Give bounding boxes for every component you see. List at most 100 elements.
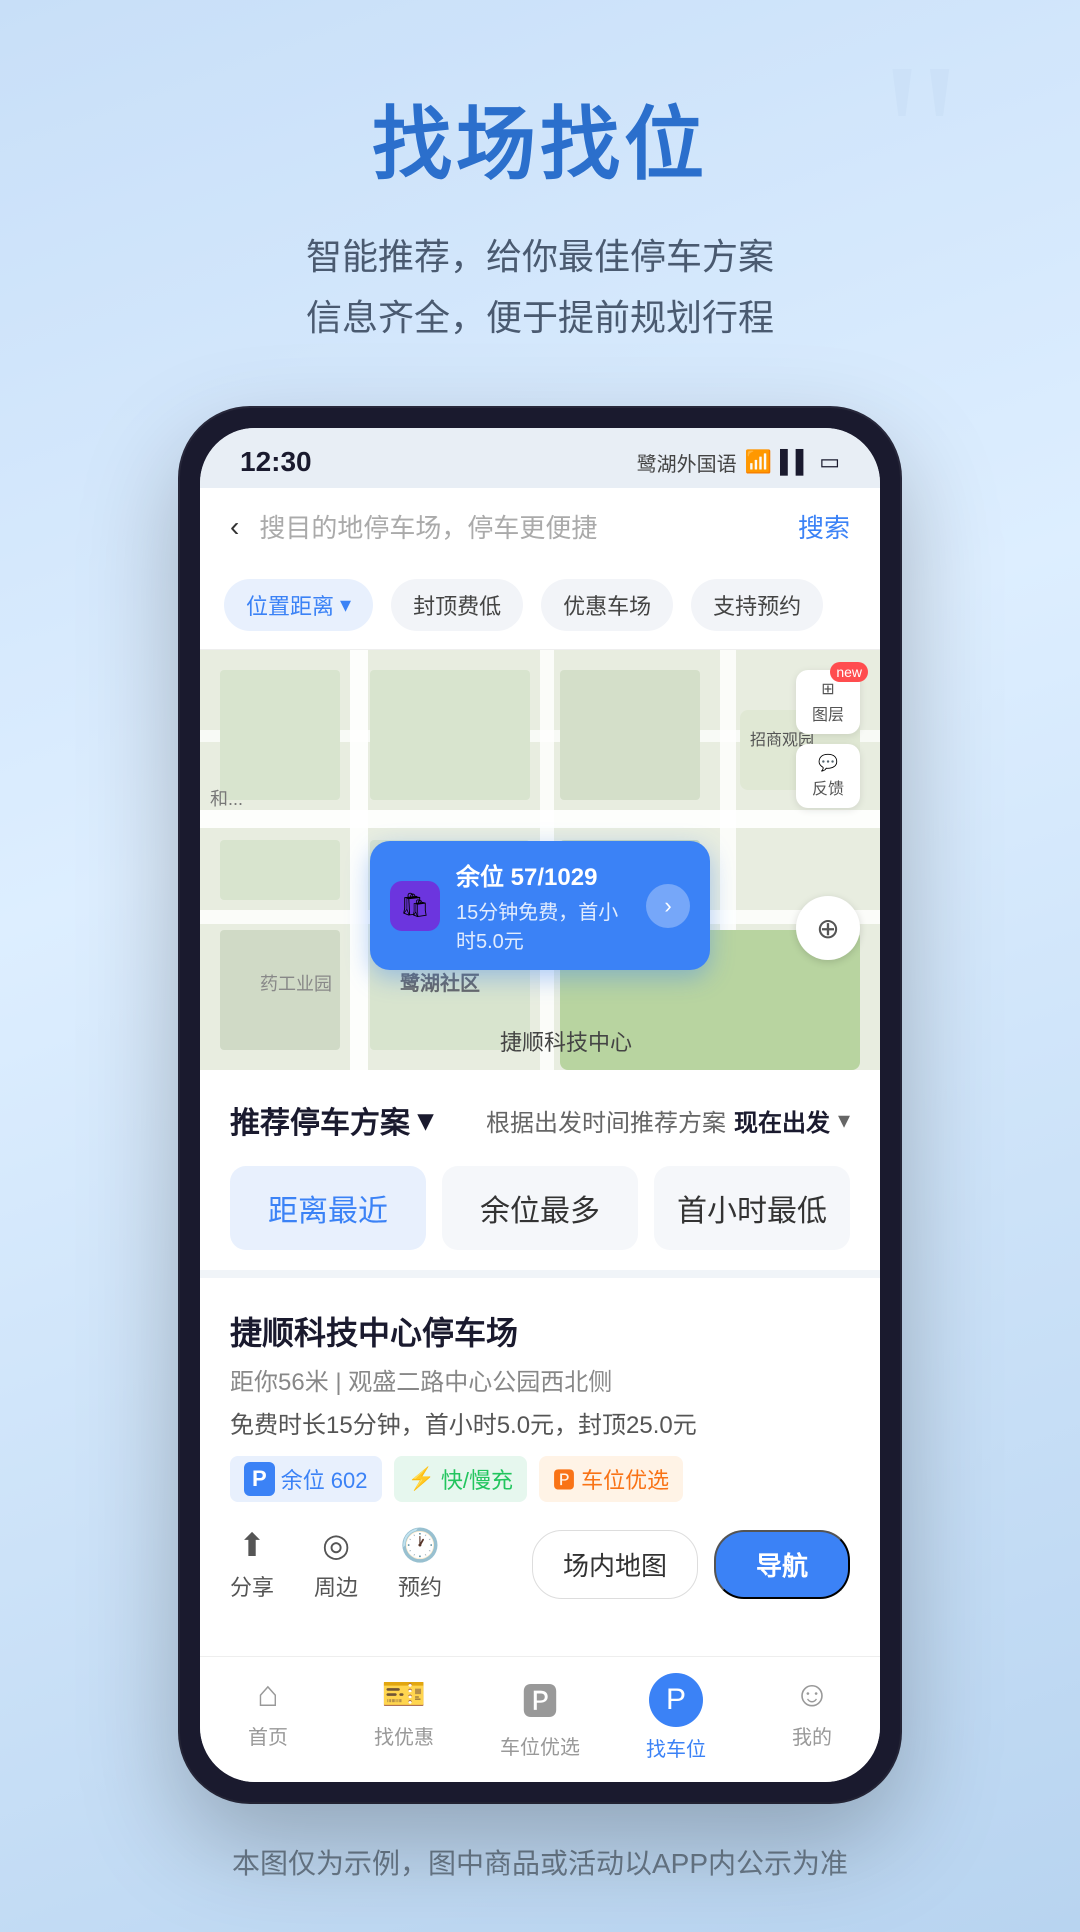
tag-preferred: 🅿 车位优选 [539, 1456, 683, 1502]
preferred-nav-icon: 🅿 [522, 1673, 558, 1725]
nav-discount[interactable]: 🎫 找优惠 [336, 1673, 472, 1762]
layer-icon: ⊞ [821, 679, 834, 699]
signal-icon: ▌▌ [780, 449, 811, 475]
layer-btn-wrap: ⊞ 图层 new [796, 670, 860, 734]
sort-tab-distance-label: 距离最近 [268, 1195, 388, 1228]
carrier-label: 鹭湖外国语 [637, 448, 737, 477]
filter-bar: 位置距离 ▾ 封顶费低 优惠车场 支持预约 [200, 565, 880, 650]
wifi-icon: 📶 [745, 449, 772, 475]
filter-arrow-icon: ▾ [340, 592, 351, 618]
action-share[interactable]: ⬆ 分享 [230, 1526, 274, 1602]
action-nearby[interactable]: ◎ 周边 [314, 1526, 358, 1602]
card-tags: P 余位 602 ⚡ 快/慢充 🅿 车位优选 [230, 1456, 850, 1502]
sort-tab-price-label: 首小时最低 [677, 1195, 827, 1228]
bottom-nav: ⌂ 首页 🎫 找优惠 🅿 车位优选 P 找车位 ☺ 我的 [200, 1656, 880, 1782]
search-bar: ‹ 搜目的地停车场，停车更便捷 搜索 [200, 488, 880, 565]
share-label: 分享 [230, 1570, 274, 1602]
parking-card: 捷顺科技中心停车场 距你56米 | 观盛二路中心公园西北侧 免费时长15分钟，首… [200, 1270, 880, 1656]
bg-decoration: " [870, 40, 1050, 240]
main-title: 找场找位 [306, 80, 774, 196]
nav-preferred[interactable]: 🅿 车位优选 [472, 1673, 608, 1762]
tag-charging-text: 快/慢充 [441, 1463, 513, 1495]
action-buttons: 场内地图 导航 [532, 1530, 850, 1599]
phone-mockup: 12:30 鹭湖外国语 📶 ▌▌ ▭ ‹ 搜目的地停车场，停车更便捷 搜索 位置… [180, 408, 900, 1802]
rec-time-arrow: ▾ [838, 1106, 850, 1135]
nav-discount-label: 找优惠 [374, 1721, 434, 1750]
new-badge: new [830, 662, 868, 682]
popup-arrow-icon[interactable]: › [646, 884, 690, 928]
subtitle-line1: 智能推荐，给你最佳停车方案 [306, 226, 774, 287]
filter-label-reserve: 支持预约 [713, 589, 801, 621]
preferred-icon: 🅿 [553, 1463, 575, 1495]
rec-sort-label: 根据出发时间推荐方案 [486, 1103, 726, 1138]
popup-spaces: 余位 57/1029 [456, 857, 630, 892]
status-time: 12:30 [240, 446, 312, 478]
map-overlay-right: ⊞ 图层 new 💬 反馈 [796, 670, 860, 808]
sort-tab-spaces-label: 余位最多 [480, 1195, 600, 1228]
search-button[interactable]: 搜索 [798, 508, 850, 545]
tag-charging: ⚡ 快/慢充 [394, 1456, 528, 1502]
rec-title: 推荐停车方案 ▾ [230, 1098, 433, 1142]
compass-icon: ⊕ [816, 912, 839, 945]
filter-label-location: 位置距离 [246, 589, 334, 621]
nearby-icon: ◎ [322, 1526, 350, 1564]
reserve-label: 预约 [398, 1570, 442, 1602]
tag-p-icon: P [244, 1462, 275, 1496]
action-group: ⬆ 分享 ◎ 周边 🕐 预约 [230, 1526, 442, 1602]
share-icon: ⬆ [239, 1526, 266, 1564]
parking-popup[interactable]: 🛍 余位 57/1029 15分钟免费，首小时5.0元 › [370, 841, 710, 970]
popup-icon: 🛍 [390, 881, 440, 931]
subtitle: 智能推荐，给你最佳停车方案 信息齐全，便于提前规划行程 [306, 226, 774, 348]
mine-icon: ☺ [794, 1673, 831, 1715]
filter-tag-discount[interactable]: 优惠车场 [541, 579, 673, 631]
rec-right: 根据出发时间推荐方案 现在出发 ▾ [486, 1103, 850, 1138]
tag-spaces-text: 余位 602 [281, 1463, 368, 1495]
card-address: 距你56米 | 观盛二路中心公园西北侧 [230, 1362, 850, 1397]
find-parking-icon: P [666, 1683, 686, 1717]
back-arrow-icon[interactable]: ‹ [230, 511, 239, 543]
action-reserve[interactable]: 🕐 预约 [398, 1526, 442, 1602]
filter-tag-location[interactable]: 位置距离 ▾ [224, 579, 373, 631]
filter-label-price: 封顶费低 [413, 589, 501, 621]
filter-tag-reserve[interactable]: 支持预约 [691, 579, 823, 631]
nav-mine[interactable]: ☺ 我的 [744, 1673, 880, 1762]
feedback-button[interactable]: 💬 反馈 [796, 744, 860, 808]
nav-mine-label: 我的 [792, 1721, 832, 1750]
svg-text:和...: 和... [210, 789, 243, 809]
layer-label: 图层 [812, 701, 844, 725]
compass-button[interactable]: ⊕ [796, 896, 860, 960]
card-actions: ⬆ 分享 ◎ 周边 🕐 预约 场内地图 导航 [230, 1526, 850, 1602]
nav-home[interactable]: ⌂ 首页 [200, 1673, 336, 1762]
svg-text:": " [880, 40, 962, 240]
footer-note: 本图仅为示例，图中商品或活动以APP内公示为准 [232, 1842, 848, 1882]
sort-tab-price[interactable]: 首小时最低 [654, 1166, 850, 1250]
sort-tabs: 距离最近 余位最多 首小时最低 [230, 1166, 850, 1250]
popup-info: 余位 57/1029 15分钟免费，首小时5.0元 [456, 857, 630, 954]
feedback-label: 反馈 [812, 775, 844, 799]
nav-active-indicator: P [649, 1673, 703, 1727]
svg-text:药工业园: 药工业园 [260, 974, 332, 994]
indoor-map-button[interactable]: 场内地图 [532, 1530, 698, 1599]
svg-text:捷顺科技中心: 捷顺科技中心 [500, 1030, 632, 1055]
sort-tab-spaces[interactable]: 余位最多 [442, 1166, 638, 1250]
filter-label-discount: 优惠车场 [563, 589, 651, 621]
home-icon: ⌂ [257, 1673, 279, 1715]
tag-preferred-text: 车位优选 [581, 1463, 669, 1495]
rec-title-text: 推荐停车方案 [230, 1098, 410, 1142]
phone-screen: 12:30 鹭湖外国语 📶 ▌▌ ▭ ‹ 搜目的地停车场，停车更便捷 搜索 位置… [200, 428, 880, 1782]
subtitle-line2: 信息齐全，便于提前规划行程 [306, 287, 774, 348]
map-area[interactable]: 药工业园 鹭湖社区 招商观园 捷顺科技中心 和... ⊞ 图层 new 💬 [200, 650, 880, 1070]
nav-preferred-label: 车位优选 [500, 1731, 580, 1760]
status-icons: 鹭湖外国语 📶 ▌▌ ▭ [637, 448, 840, 477]
reserve-icon: 🕐 [400, 1526, 440, 1564]
search-placeholder[interactable]: 搜目的地停车场，停车更便捷 [259, 508, 778, 545]
rec-header: 推荐停车方案 ▾ 根据出发时间推荐方案 现在出发 ▾ [230, 1098, 850, 1142]
sort-tab-distance[interactable]: 距离最近 [230, 1166, 426, 1250]
navigate-button[interactable]: 导航 [714, 1530, 850, 1599]
rec-title-arrow: ▾ [418, 1103, 433, 1138]
svg-text:鹭湖社区: 鹭湖社区 [400, 971, 480, 995]
status-bar: 12:30 鹭湖外国语 📶 ▌▌ ▭ [200, 428, 880, 488]
filter-tag-price[interactable]: 封顶费低 [391, 579, 523, 631]
nav-find-parking[interactable]: P 找车位 [608, 1673, 744, 1762]
charging-icon: ⚡ [408, 1466, 435, 1492]
